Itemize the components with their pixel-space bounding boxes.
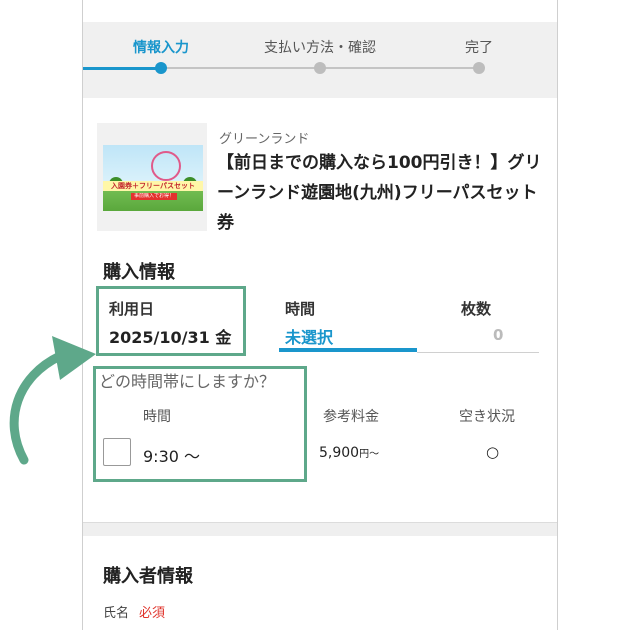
time-slot-highlight-box: [93, 366, 307, 482]
time-tab[interactable]: 未選択: [285, 324, 333, 348]
buyer-info-heading: 購入者情報: [103, 566, 193, 587]
count-value[interactable]: 0: [493, 326, 503, 344]
step-complete: 完了: [465, 40, 493, 56]
step-dot: [314, 62, 326, 74]
time-label: 時間: [285, 300, 316, 318]
product-image-banner: 入園券＋フリーパスセット: [103, 181, 203, 191]
name-field-label: 氏名: [103, 606, 130, 621]
stepper-progress-line: [83, 67, 161, 70]
product-brand: グリーンランド: [219, 132, 310, 147]
time-tab-indicator: [279, 348, 417, 352]
required-badge: 必須: [139, 606, 166, 621]
step-info-input: 情報入力: [133, 40, 189, 56]
slot-price-value: 5,900: [319, 445, 360, 461]
step-dot-active: [155, 62, 167, 74]
tab-divider: [417, 352, 539, 353]
product-thumbnail: 入園券＋フリーパスセット 事前購入でお得！: [97, 123, 207, 231]
step-dot: [473, 62, 485, 74]
date-highlight-box: [96, 286, 246, 356]
product-image: 入園券＋フリーパスセット 事前購入でお得！: [103, 145, 203, 211]
slot-price-unit: 円〜: [359, 449, 380, 460]
price-column-header: 参考料金: [323, 409, 379, 425]
count-label: 枚数: [461, 300, 492, 318]
section-separator: [83, 522, 557, 536]
slot-price: 5,900円〜: [319, 445, 379, 461]
product-image-sub: 事前購入でお得！: [131, 193, 177, 200]
pointer-arrow-icon: [9, 336, 96, 465]
ferris-wheel-icon: [151, 151, 181, 181]
progress-stepper: 情報入力 支払い方法・確認 完了: [83, 22, 557, 98]
purchase-info-heading: 購入情報: [103, 262, 175, 283]
product-title: 【前日までの購入なら100円引き！】グリーンランド遊園地(九州)フリーパスセット…: [217, 153, 542, 233]
step-payment-confirm: 支払い方法・確認: [264, 40, 376, 56]
slot-availability: ○: [486, 443, 500, 461]
availability-column-header: 空き状況: [459, 409, 515, 425]
